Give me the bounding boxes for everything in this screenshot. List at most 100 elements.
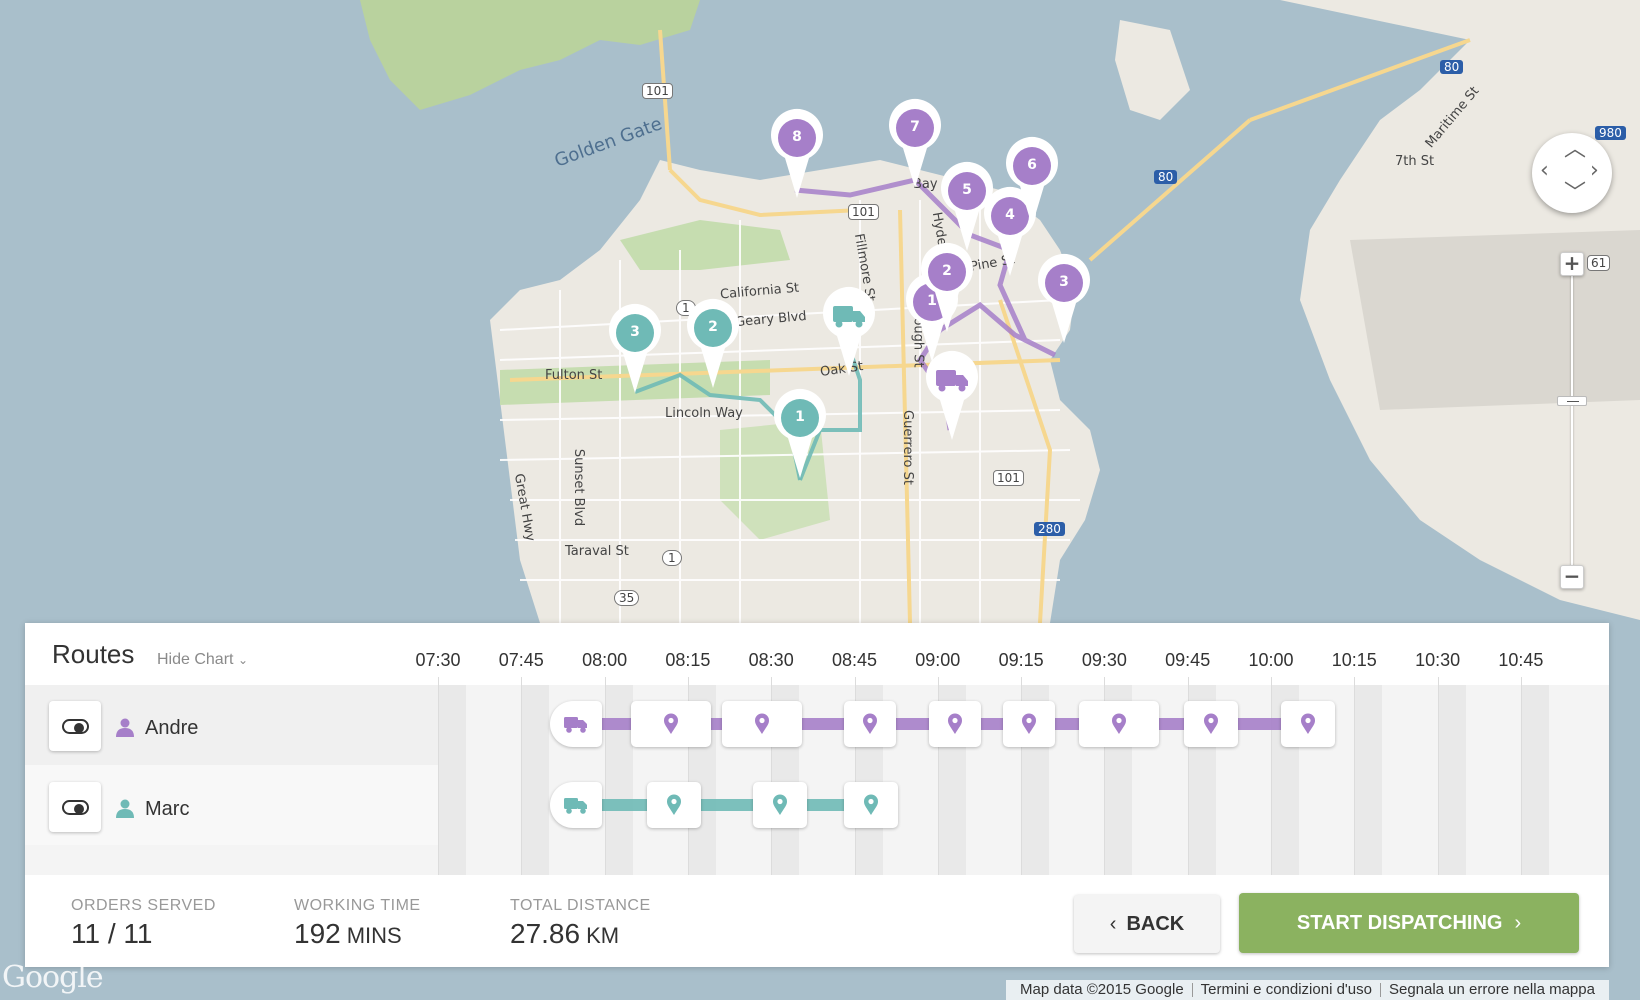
pan-right-icon[interactable]: › [1590, 160, 1599, 182]
total-distance-number: 27.86 [510, 918, 581, 949]
back-button[interactable]: ‹ BACK [1074, 895, 1220, 953]
highway-shield-1: 1 [662, 550, 682, 566]
hide-chart-toggle[interactable]: Hide Chart ⌄ [157, 651, 248, 669]
depot-pin-marc[interactable] [817, 286, 881, 380]
zoom-slider-handle[interactable] [1557, 396, 1587, 406]
time-gridline [521, 677, 523, 875]
orders-served-value: 11 / 11 [71, 918, 153, 949]
map-pin-icon [755, 713, 769, 734]
timeline-stop-marc-3[interactable] [844, 782, 898, 828]
timeline-stop-andre-7[interactable] [1184, 701, 1238, 747]
time-tick-label: 10:45 [1498, 650, 1544, 670]
chevron-right-icon: › [1514, 912, 1522, 934]
report-error-link[interactable]: Segnala un errore nella mappa [1381, 981, 1603, 998]
map-pin-icon [921, 242, 973, 332]
map-label-sunset-blvd: Sunset Blvd [571, 448, 587, 527]
map-pin-icon [1006, 136, 1058, 226]
interstate-shield-80: 80 [1154, 170, 1178, 184]
timeline-stripe [1437, 685, 1466, 875]
driver-name: Andre [145, 717, 199, 739]
timeline-stop-andre-2[interactable] [722, 701, 802, 747]
map-pin-icon [863, 713, 877, 734]
orders-served-label: ORDERS SERVED [71, 897, 216, 914]
time-tick-label: 08:30 [748, 650, 794, 670]
timeline-stripe [1520, 685, 1549, 875]
depot-pin-andre[interactable] [920, 350, 984, 444]
person-icon [116, 799, 134, 818]
map-label-fulton-st: Fulton St [545, 368, 603, 383]
map-pin-icon [773, 794, 787, 815]
total-distance-value: 27.86 KM [510, 918, 619, 950]
pan-up-icon[interactable]: ︿ [1564, 139, 1586, 161]
timeline-stop-andre-1[interactable] [631, 701, 711, 747]
route-stop-pin-marc-2[interactable]: 2 [681, 298, 745, 392]
zoom-slider-track[interactable] [1571, 260, 1573, 578]
toggle-switch-icon [62, 719, 89, 734]
panel-title: Routes [52, 639, 135, 669]
google-logo: Google [2, 960, 104, 995]
timeline-stop-marc-1[interactable] [647, 782, 701, 828]
time-gridline [604, 677, 606, 875]
total-distance-unit: KM [586, 923, 620, 948]
map-pin-icon [1112, 713, 1126, 734]
timeline-stop-andre-8[interactable] [1281, 701, 1335, 747]
pin-label: 2 [708, 319, 718, 335]
map-pin-icon [664, 713, 678, 734]
pan-control[interactable]: ︿ ﹀ ‹ › [1532, 133, 1612, 213]
working-time-number: 192 [294, 918, 341, 949]
timeline-stop-andre-5[interactable] [1003, 701, 1055, 747]
time-tick-label: 08:15 [665, 650, 711, 670]
timeline-stripe [604, 685, 633, 875]
highway-shield-61: 61 [1587, 255, 1611, 271]
interstate-shield-80: 80 [1440, 60, 1464, 74]
route-stop-pin-andre-8[interactable]: 8 [765, 108, 829, 202]
working-time-unit: MINS [346, 923, 402, 948]
pan-left-icon[interactable]: ‹ [1540, 160, 1549, 182]
route-stop-pin-marc-1[interactable]: 1 [768, 388, 832, 482]
timeline-stop-andre-4[interactable] [929, 701, 981, 747]
time-tick-label: 10:00 [1248, 650, 1294, 670]
route-stop-pin-andre-2[interactable]: 2 [915, 242, 979, 336]
timeline-stop-andre-3[interactable] [844, 701, 896, 747]
zoom-out-button[interactable]: − [1560, 565, 1584, 589]
terms-link[interactable]: Termini e condizioni d'uso [1193, 981, 1380, 998]
zoom-in-button[interactable]: + [1560, 252, 1584, 276]
map-pin-icon [771, 108, 823, 198]
pin-label: 2 [942, 263, 952, 279]
map-pin-icon [889, 98, 941, 188]
chevron-down-icon: ⌄ [237, 653, 248, 667]
working-time-value: 192 MINS [294, 918, 402, 950]
time-tick-label: 09:45 [1165, 650, 1211, 670]
pin-label: 3 [630, 324, 640, 340]
driver-toggle-marc[interactable] [49, 782, 101, 832]
timeline-stop-andre-6[interactable] [1079, 701, 1159, 747]
back-label: BACK [1126, 913, 1185, 935]
timeline-stop-marc-2[interactable] [753, 782, 807, 828]
highway-shield-101: 101 [642, 83, 673, 99]
map-pin-icon [948, 713, 962, 734]
route-stop-pin-andre-6[interactable]: 6 [1000, 136, 1064, 230]
timeline-depot-andre[interactable] [550, 701, 602, 747]
map-attribution: Map data ©2015 Google Termini e condizion… [1006, 980, 1609, 1000]
time-tick-label: 09:30 [1081, 650, 1127, 670]
route-stop-pin-andre-7[interactable]: 7 [883, 98, 947, 192]
map-pin-icon [1204, 713, 1218, 734]
working-time-label: WORKING TIME [294, 897, 421, 914]
interstate-shield-980: 980 [1595, 126, 1626, 140]
map-label-taraval-st: Taraval St [565, 544, 629, 559]
driver-name: Marc [145, 798, 190, 820]
highway-shield-35: 35 [614, 590, 640, 606]
hide-chart-label: Hide Chart [157, 651, 234, 668]
timeline-depot-marc[interactable] [550, 782, 602, 828]
map-pin-icon [774, 388, 826, 478]
driver-toggle-andre[interactable] [49, 701, 101, 751]
pin-label: 7 [910, 119, 920, 135]
pan-down-icon[interactable]: ﹀ [1564, 183, 1586, 205]
route-stop-pin-marc-3[interactable]: 3 [603, 303, 667, 397]
map-pin-icon [1022, 713, 1036, 734]
truck-icon [564, 717, 587, 733]
highway-shield-101: 101 [848, 204, 879, 220]
pin-label: 6 [1027, 157, 1037, 173]
total-distance-label: TOTAL DISTANCE [510, 897, 651, 914]
start-dispatching-button[interactable]: START DISPATCHING › [1239, 893, 1579, 953]
